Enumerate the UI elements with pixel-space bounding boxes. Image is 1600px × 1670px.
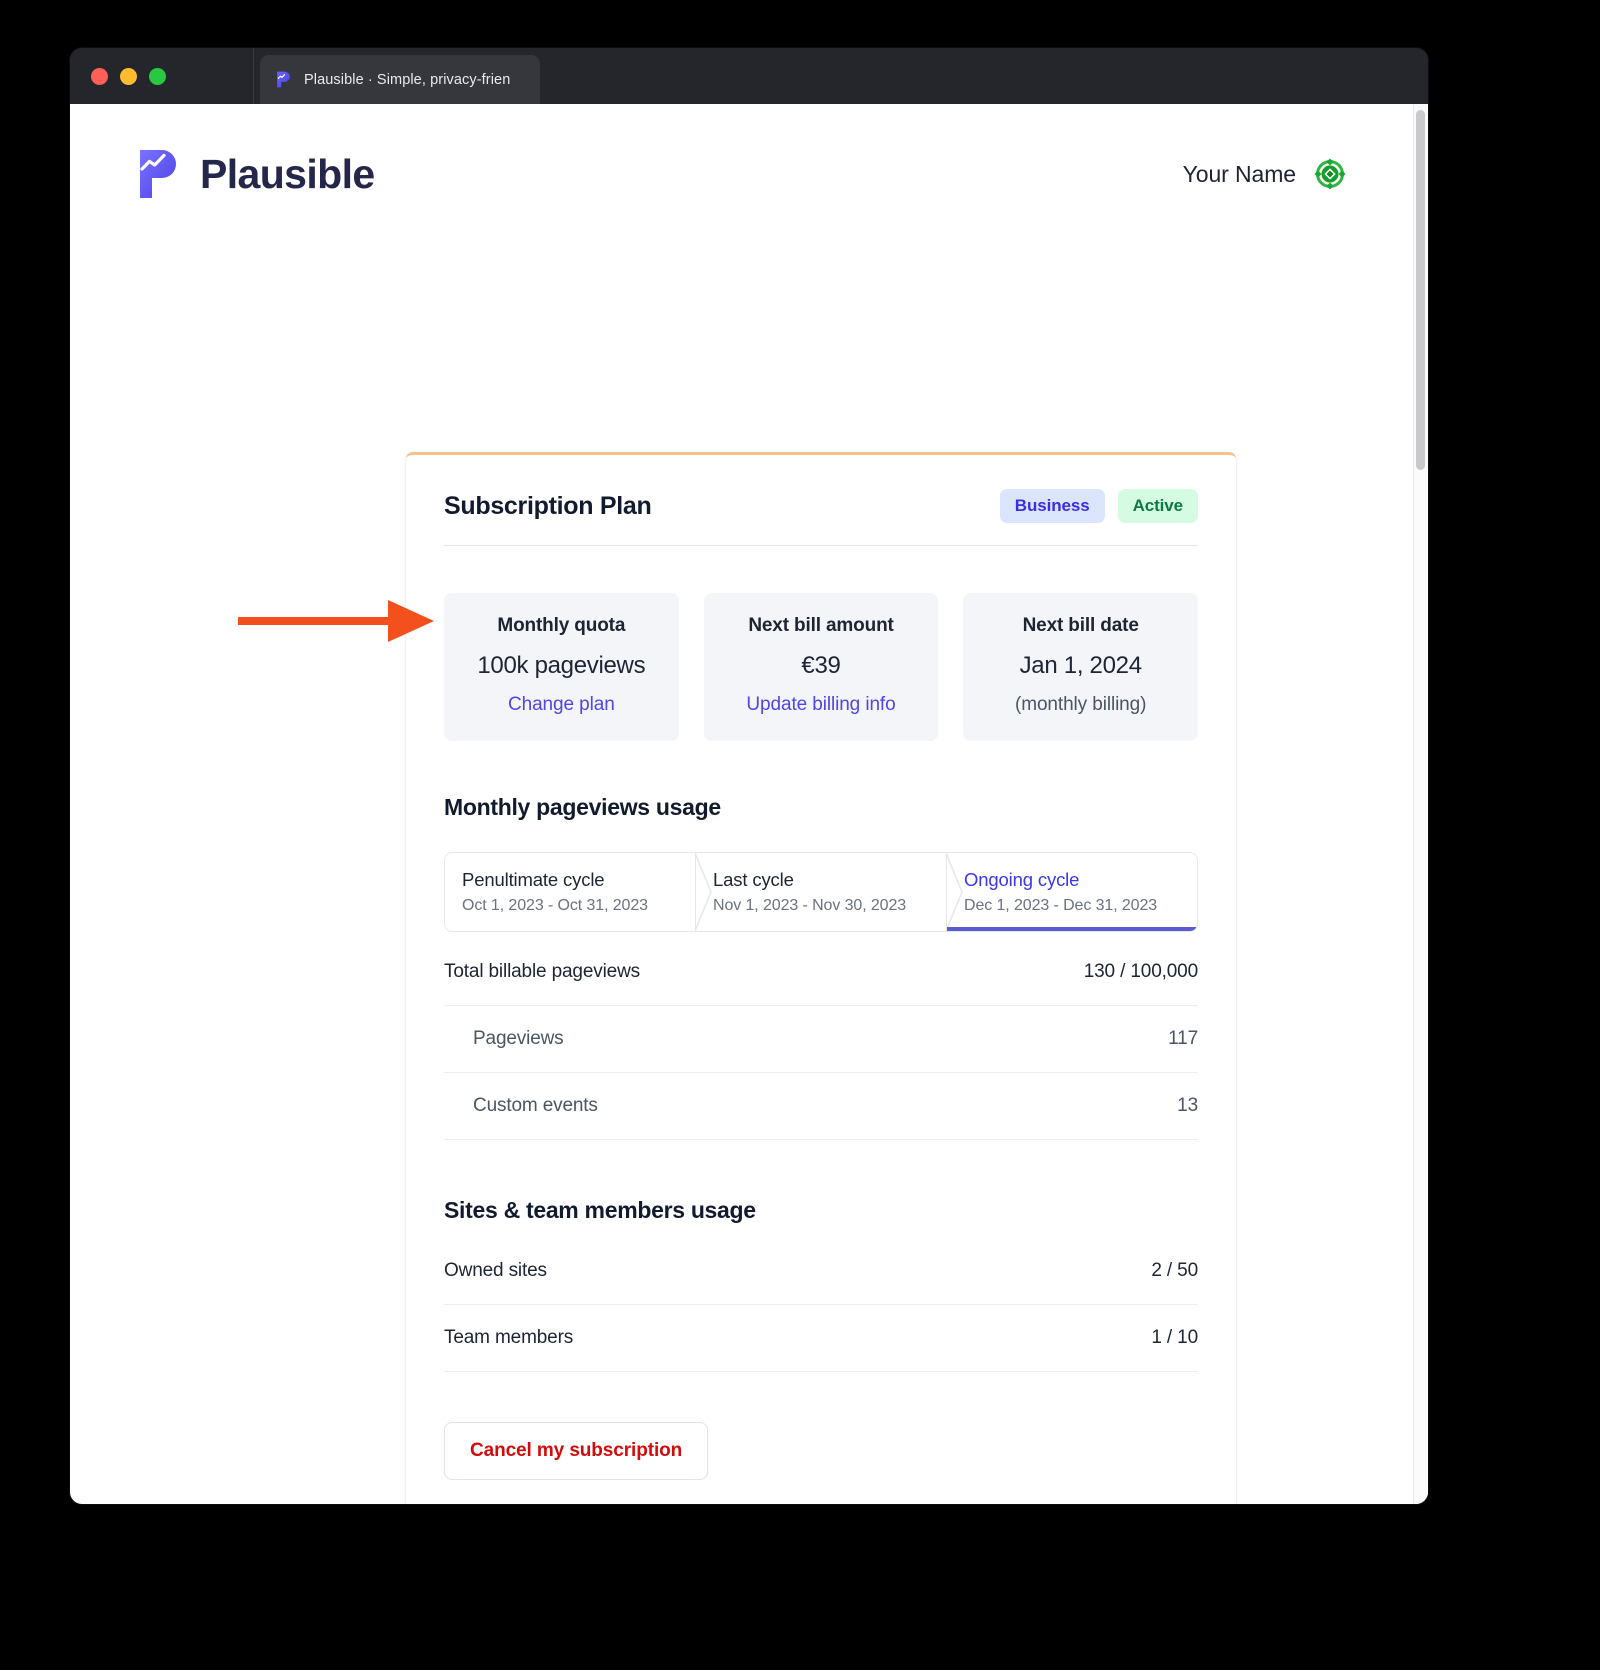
minimize-button[interactable] [120,67,137,85]
browser-tab[interactable]: Plausible · Simple, privacy-frien [260,55,540,104]
card-footer: Cancel my subscription [444,1372,1198,1504]
close-button[interactable] [91,67,108,85]
cycle-dates: Nov 1, 2023 - Nov 30, 2023 [713,897,907,914]
stat-label: Next bill date [1022,615,1139,636]
row-label: Total billable pageviews [444,961,641,982]
plausible-favicon-icon [277,71,290,88]
billing-frequency-note: (monthly billing) [1015,694,1147,715]
tab-notch-icon [946,853,963,931]
identicon-avatar-icon[interactable] [1314,158,1346,190]
plan-badge: Business [999,489,1105,523]
cycle-name: Penultimate cycle [462,869,605,890]
row-label: Pageviews [473,1028,564,1049]
row-value: 117 [1168,1028,1198,1049]
stat-label: Monthly quota [497,615,626,636]
subscription-plan-card: Subscription Plan Business Active Monthl… [406,452,1236,1504]
screenshot-root: Plausible · Simple, privacy-frien Plausi… [0,0,1600,1670]
stat-value: 100k pageviews [477,652,646,679]
plausible-logo-icon [140,150,176,198]
sites-team-usage-section: Sites & team members usage Owned sites 2… [444,1140,1198,1372]
monthly-pageviews-usage-section: Monthly pageviews usage Penultimate cycl… [444,741,1198,1140]
stat-boxes: Monthly quota 100k pageviews Change plan… [444,546,1199,741]
cycle-name: Last cycle [713,869,794,890]
maximize-button[interactable] [149,67,166,85]
row-value: 1 / 10 [1151,1327,1198,1348]
page-title: Subscription Plan [444,491,652,520]
sites-usage-rows: Owned sites 2 / 50 Team members 1 / 10 [444,1238,1198,1372]
pageviews-usage-rows: Total billable pageviews 130 / 100,000 P… [444,939,1198,1140]
row-label: Custom events [473,1095,598,1116]
page-scrollbar[interactable] [1413,104,1428,1504]
tab-notch-icon [695,853,712,931]
section-heading: Sites & team members usage [444,1197,756,1223]
stat-next-bill-amount: Next bill amount €39 Update billing info [703,593,939,741]
table-row: Pageviews 117 [444,1006,1198,1073]
cycle-dates: Dec 1, 2023 - Dec 31, 2023 [964,897,1158,914]
row-value: 2 / 50 [1151,1260,1198,1281]
change-plan-link[interactable]: Change plan [454,694,669,716]
cancel-subscription-button[interactable]: Cancel my subscription [444,1422,709,1480]
logo-wordmark: Plausible [200,150,375,197]
tab-penultimate-cycle[interactable]: Penultimate cycle Oct 1, 2023 - Oct 31, … [445,853,695,931]
stat-value: Jan 1, 2024 [1019,652,1142,679]
tab-ongoing-cycle[interactable]: Ongoing cycle Dec 1, 2023 - Dec 31, 2023 [946,853,1197,931]
tab-strip: Plausible · Simple, privacy-frien [253,48,1428,104]
row-label: Owned sites [444,1260,547,1281]
user-name-label: Your Name [1182,160,1296,187]
table-row: Total billable pageviews 130 / 100,000 [444,939,1198,1006]
billing-cycle-tabs: Penultimate cycle Oct 1, 2023 - Oct 31, … [444,852,1198,932]
browser-window: Plausible · Simple, privacy-frien Plausi… [70,48,1428,1504]
browser-titlebar: Plausible · Simple, privacy-frien [70,48,1428,104]
page-viewport: Plausible Your Name Subscription Plan Bu… [70,104,1428,1504]
section-heading: Monthly pageviews usage [444,794,721,820]
stat-monthly-quota: Monthly quota 100k pageviews Change plan [444,593,679,741]
cycle-dates: Oct 1, 2023 - Oct 31, 2023 [462,897,648,914]
card-header: Subscription Plan Business Active [444,455,1198,546]
plausible-logo[interactable]: Plausible [138,149,375,199]
stat-next-bill-date: Next bill date Jan 1, 2024 (monthly bill… [963,593,1199,741]
row-label: Team members [444,1327,574,1348]
table-row: Custom events 13 [444,1073,1198,1140]
stat-value: €39 [801,652,841,679]
tab-title: Plausible · Simple, privacy-frien [304,71,511,88]
row-value: 130 / 100,000 [1083,961,1198,982]
site-header: Plausible Your Name [70,104,1428,199]
update-billing-info-link[interactable]: Update billing info [714,694,929,716]
scrollbar-thumb[interactable] [1416,110,1425,470]
user-menu[interactable]: Your Name [1183,158,1346,190]
badge-group: Business Active [999,489,1198,523]
cycle-name: Ongoing cycle [964,869,1080,890]
status-badge: Active [1117,489,1198,523]
window-controls [70,67,253,85]
table-row: Team members 1 / 10 [444,1305,1198,1372]
tab-last-cycle[interactable]: Last cycle Nov 1, 2023 - Nov 30, 2023 [695,853,946,931]
stat-label: Next bill amount [748,615,894,636]
table-row: Owned sites 2 / 50 [444,1238,1198,1305]
row-value: 13 [1177,1095,1198,1116]
